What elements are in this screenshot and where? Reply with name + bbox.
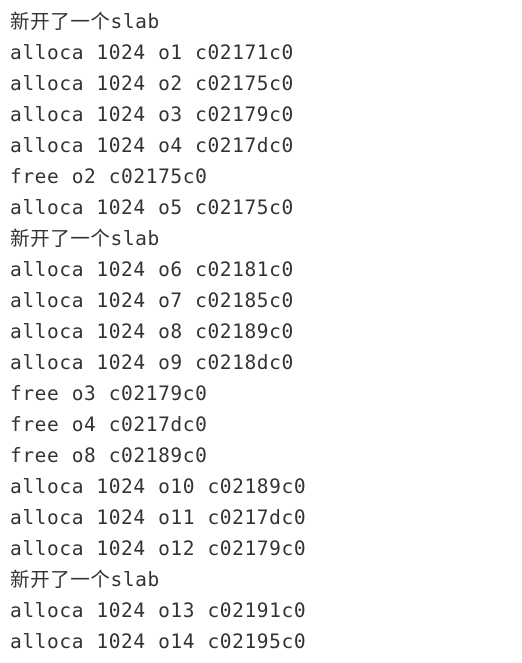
- output-line: alloca 1024 o1 c02171c0: [10, 41, 294, 64]
- output-line: alloca 1024 o11 c0217dc0: [10, 506, 307, 529]
- output-line: 新开了一个slab: [10, 568, 160, 591]
- output-line: alloca 1024 o9 c0218dc0: [10, 351, 294, 374]
- output-line: 新开了一个slab: [10, 10, 160, 33]
- output-line: alloca 1024 o8 c02189c0: [10, 320, 294, 343]
- output-line: alloca 1024 o6 c02181c0: [10, 258, 294, 281]
- output-line: alloca 1024 o2 c02175c0: [10, 72, 294, 95]
- output-line: alloca 1024 o7 c02185c0: [10, 289, 294, 312]
- output-line: alloca 1024 o4 c0217dc0: [10, 134, 294, 157]
- console-output: 新开了一个slab alloca 1024 o1 c02171c0 alloca…: [10, 6, 510, 657]
- output-line: alloca 1024 o13 c02191c0: [10, 599, 307, 622]
- output-line: alloca 1024 o3 c02179c0: [10, 103, 294, 126]
- clipped-top-line: y [: [230, 0, 430, 2]
- output-line: free o2 c02175c0: [10, 165, 208, 188]
- output-line: alloca 1024 o10 c02189c0: [10, 475, 307, 498]
- output-line: free o8 c02189c0: [10, 444, 208, 467]
- output-line: free o3 c02179c0: [10, 382, 208, 405]
- output-line: 新开了一个slab: [10, 227, 160, 250]
- output-line: alloca 1024 o5 c02175c0: [10, 196, 294, 219]
- output-line: alloca 1024 o12 c02179c0: [10, 537, 307, 560]
- output-line: alloca 1024 o14 c02195c0: [10, 630, 307, 653]
- output-line: free o4 c0217dc0: [10, 413, 208, 436]
